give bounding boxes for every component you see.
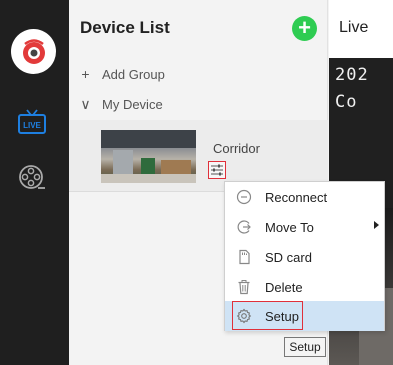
menu-item-label: Reconnect [265, 190, 328, 205]
settings-sliders-icon [211, 164, 223, 176]
live-title: Live [339, 19, 369, 36]
device-list-title: Device List [80, 18, 170, 37]
live-nav-label: LIVE [23, 121, 41, 130]
osd-timestamp: 202 [335, 65, 369, 85]
device-thumbnail [101, 130, 196, 183]
my-device-group[interactable]: ∨ My Device [69, 90, 328, 118]
setup-tooltip: Setup [284, 337, 326, 357]
submenu-arrow-icon [374, 221, 379, 229]
device-context-menu: Reconnect Move To SD card Delete Setup [224, 181, 385, 331]
menu-item-setup[interactable]: Setup [225, 301, 384, 331]
chevron-down-icon: ∨ [80, 95, 91, 112]
menu-item-label: Setup [265, 309, 299, 324]
move-to-icon [237, 220, 251, 234]
navigation-rail: LIVE [0, 0, 69, 365]
osd-camera-name: Co [335, 92, 358, 112]
menu-item-label: SD card [265, 250, 312, 265]
plus-icon: + [298, 14, 311, 40]
menu-item-sd-card[interactable]: SD card [225, 242, 384, 272]
menu-item-label: Move To [265, 220, 314, 235]
device-list-header: Device List + [69, 0, 328, 58]
trash-icon [238, 280, 250, 295]
device-settings-button[interactable] [208, 161, 226, 179]
gear-icon [236, 308, 252, 324]
app-logo [11, 29, 56, 74]
menu-item-delete[interactable]: Delete [225, 272, 384, 302]
add-group-label: Add Group [102, 66, 165, 82]
add-device-button[interactable]: + [292, 16, 317, 41]
sd-card-icon [239, 249, 250, 265]
film-reel-icon [19, 165, 45, 189]
menu-item-reconnect[interactable]: Reconnect [225, 182, 384, 212]
my-device-label: My Device [102, 96, 163, 112]
camera-eye-logo-icon [16, 34, 51, 69]
playback-nav-button[interactable] [18, 164, 46, 192]
plus-icon: + [81, 66, 90, 82]
device-name: Corridor [213, 141, 260, 156]
menu-item-move-to[interactable]: Move To [225, 212, 384, 242]
add-group-row[interactable]: + Add Group [69, 60, 328, 88]
tv-live-icon: LIVE [18, 109, 46, 134]
reconnect-icon [236, 189, 252, 205]
menu-item-label: Delete [265, 280, 303, 295]
live-nav-button[interactable]: LIVE [17, 108, 47, 136]
